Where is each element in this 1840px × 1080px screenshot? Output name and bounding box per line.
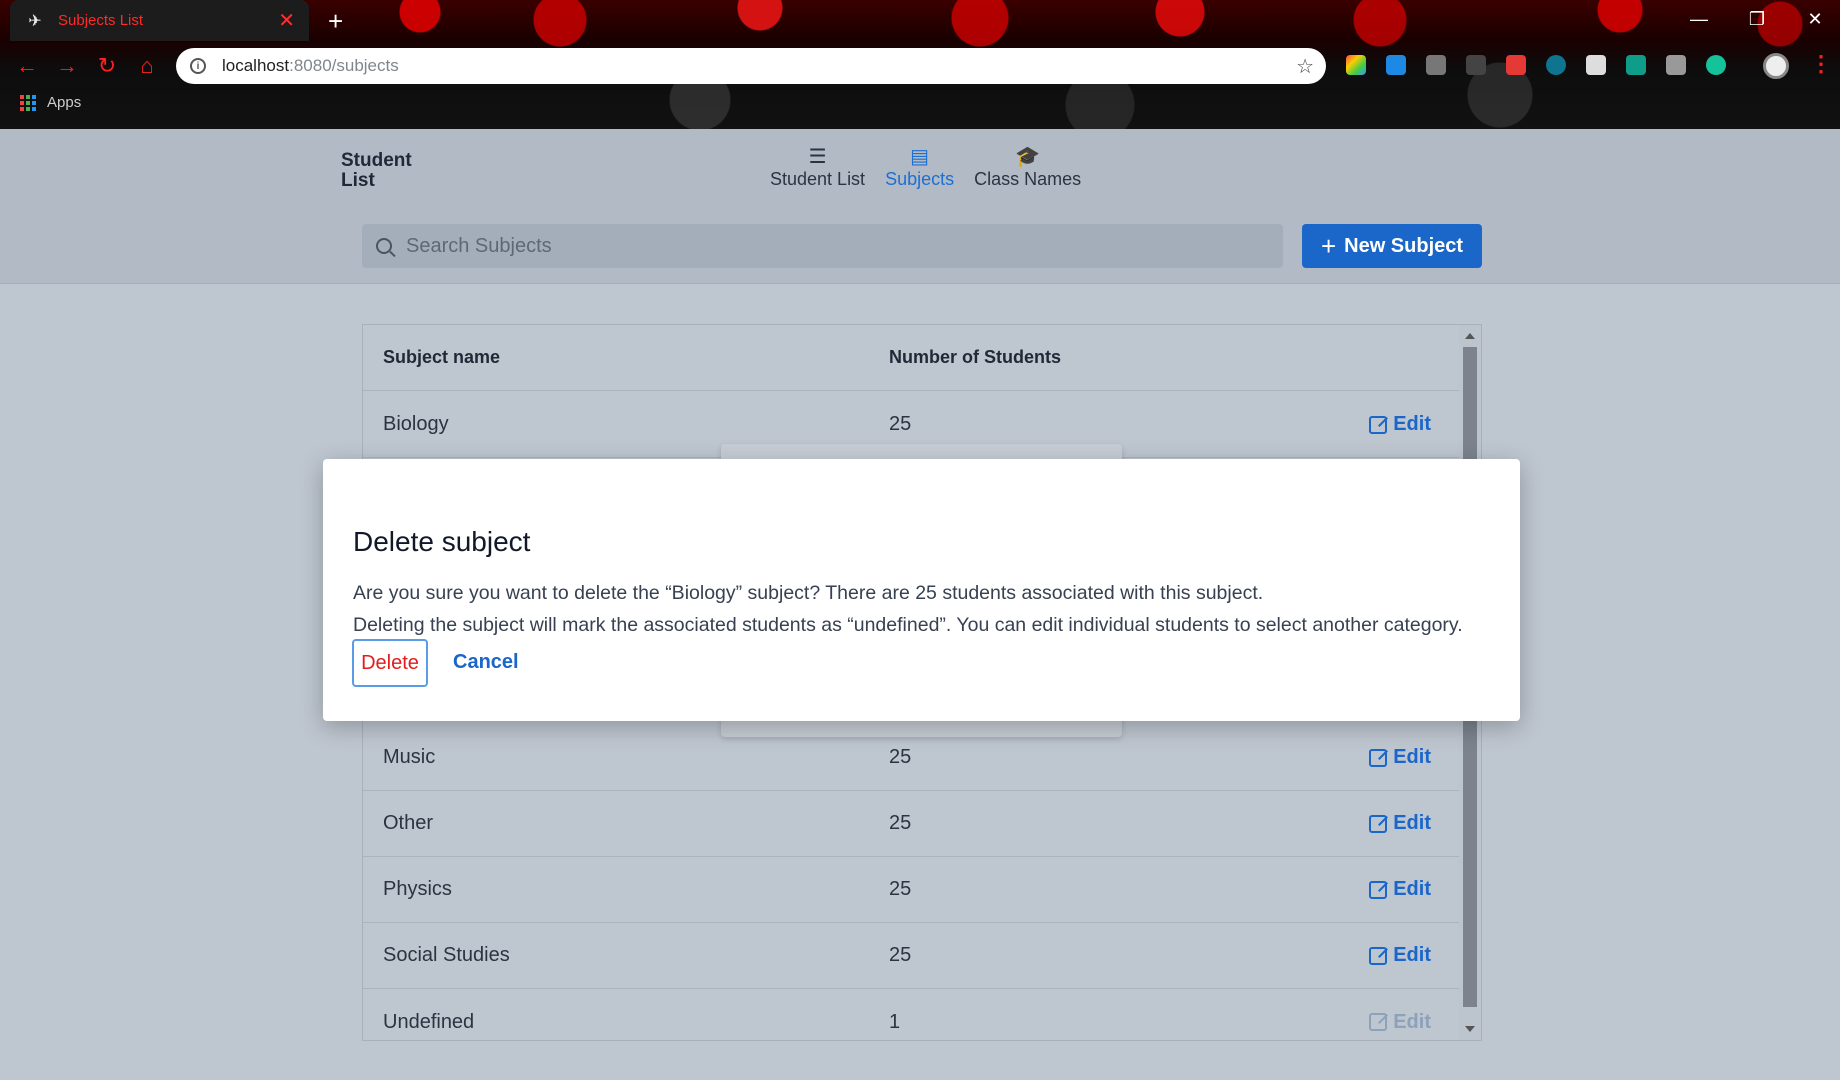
apps-icon[interactable] — [20, 94, 36, 111]
edit-icon — [1369, 880, 1388, 899]
rocket-icon: ✈ — [28, 12, 42, 30]
delete-button[interactable]: Delete — [352, 639, 428, 687]
search-input[interactable] — [406, 234, 1206, 258]
address-bar[interactable]: i localhost:8080/subjects ☆ — [176, 48, 1326, 84]
new-tab-icon[interactable]: + — [328, 6, 343, 37]
apps-bookmark[interactable]: Apps — [47, 94, 81, 111]
nav-label: Class Names — [974, 169, 1082, 189]
bookmarks-bar: Apps — [20, 94, 81, 111]
nav-label: Student List — [770, 169, 866, 189]
subject-name: Biology — [383, 413, 449, 435]
scroll-down-icon[interactable] — [1465, 1026, 1475, 1032]
table-header: Subject name Number of Students — [363, 325, 1461, 391]
browser-chrome: ✈ Subjects List ✕ + — ❐ ✕ ← → ↻ ⌂ i loca… — [0, 0, 1840, 129]
extension-icon[interactable] — [1546, 55, 1566, 75]
delete-subject-modal: Delete subject Are you sure you want to … — [323, 459, 1520, 721]
modal-body: Are you sure you want to delete the “Bio… — [353, 577, 1463, 641]
extension-icon[interactable] — [1466, 55, 1486, 75]
app-header: Student List ☰ Student List ▤ Subjects 🎓… — [0, 129, 1840, 284]
nav-student-list[interactable]: ☰ Student List — [770, 145, 865, 190]
home-icon[interactable]: ⌂ — [132, 53, 162, 79]
book-icon: ▤ — [910, 146, 930, 168]
student-count: 25 — [889, 413, 912, 435]
edit-icon — [1369, 814, 1388, 833]
url-text: localhost:8080/subjects — [222, 56, 399, 75]
extension-icon[interactable] — [1426, 55, 1446, 75]
bookmark-star-icon[interactable]: ☆ — [1296, 54, 1314, 79]
extension-icon[interactable] — [1506, 55, 1526, 75]
new-subject-label: New Subject — [1344, 234, 1464, 257]
subject-name: Undefined — [383, 1010, 475, 1033]
extension-icon[interactable] — [1626, 55, 1646, 75]
close-window-icon[interactable]: ✕ — [1786, 0, 1840, 38]
table-row: Physics 25 Edit — [363, 857, 1461, 923]
edit-button[interactable]: Edit — [1369, 413, 1431, 436]
student-count: 25 — [889, 878, 912, 900]
modal-message-line: Deleting the subject will mark the assoc… — [353, 614, 1463, 636]
column-header: Subject name — [383, 347, 501, 367]
search-icon — [376, 238, 392, 254]
edit-icon — [1369, 415, 1388, 434]
student-count: 25 — [889, 944, 912, 966]
scroll-up-icon[interactable] — [1465, 333, 1475, 339]
column-header: Number of Students — [889, 347, 1062, 367]
edit-icon — [1369, 1013, 1388, 1031]
student-count: 25 — [889, 812, 912, 834]
nav-class-names[interactable]: 🎓 Class Names — [974, 145, 1081, 190]
subject-name: Music — [383, 746, 436, 768]
edit-button[interactable]: Edit — [1369, 746, 1431, 769]
subject-name: Physics — [383, 878, 452, 900]
browser-toolbar: ← → ↻ ⌂ i localhost:8080/subjects ☆ ⋮ — [0, 45, 1840, 85]
student-count: 25 — [889, 746, 912, 768]
info-icon[interactable]: i — [190, 58, 206, 74]
extension-icon[interactable] — [1666, 55, 1686, 75]
plus-icon: + — [1320, 231, 1337, 261]
subject-name: Social Studies — [383, 944, 510, 966]
list-icon: ☰ — [808, 146, 827, 168]
back-icon[interactable]: ← — [12, 53, 42, 79]
edit-icon — [1369, 748, 1388, 767]
table-row: Undefined 1 Edit — [363, 989, 1461, 1040]
minimize-icon[interactable]: — — [1670, 0, 1728, 38]
edit-button-disabled: Edit — [1369, 1011, 1431, 1034]
close-tab-icon[interactable]: ✕ — [278, 8, 295, 33]
cloud-extension-icon[interactable] — [1386, 55, 1406, 75]
nav-subjects[interactable]: ▤ Subjects — [885, 145, 954, 190]
nav-label: Subjects — [885, 169, 955, 189]
table-row: Social Studies 25 Edit — [363, 923, 1461, 989]
modal-message-line: Are you sure you want to delete the “Bio… — [353, 582, 1264, 604]
restore-icon[interactable]: ❐ — [1728, 0, 1786, 38]
graduation-cap-icon: 🎓 — [1015, 146, 1041, 168]
table-row: Other 25 Edit — [363, 791, 1461, 857]
edit-button[interactable]: Edit — [1369, 812, 1431, 835]
forward-icon[interactable]: → — [52, 53, 82, 79]
new-subject-button[interactable]: + New Subject — [1302, 224, 1482, 268]
tab-title: Subjects List — [58, 12, 144, 29]
menu-icon[interactable]: ⋮ — [1810, 51, 1832, 77]
profile-avatar[interactable] — [1763, 53, 1789, 79]
brand-logo[interactable]: Student List — [341, 151, 421, 191]
modal-title: Delete subject — [353, 526, 531, 557]
extension-icon[interactable] — [1586, 55, 1606, 75]
edit-icon — [1369, 946, 1388, 965]
grammarly-icon[interactable] — [1706, 55, 1726, 75]
edit-button[interactable]: Edit — [1369, 878, 1431, 901]
search-bar[interactable] — [362, 224, 1283, 268]
main-nav: ☰ Student List ▤ Subjects 🎓 Class Names — [770, 145, 1081, 190]
student-count: 1 — [889, 1010, 901, 1033]
color-picker-extension-icon[interactable] — [1346, 55, 1366, 75]
reload-icon[interactable]: ↻ — [92, 53, 122, 79]
subject-name: Other — [383, 812, 434, 834]
browser-tab[interactable]: ✈ Subjects List ✕ — [10, 0, 309, 41]
edit-button[interactable]: Edit — [1369, 944, 1431, 967]
cancel-button[interactable]: Cancel — [453, 651, 519, 674]
